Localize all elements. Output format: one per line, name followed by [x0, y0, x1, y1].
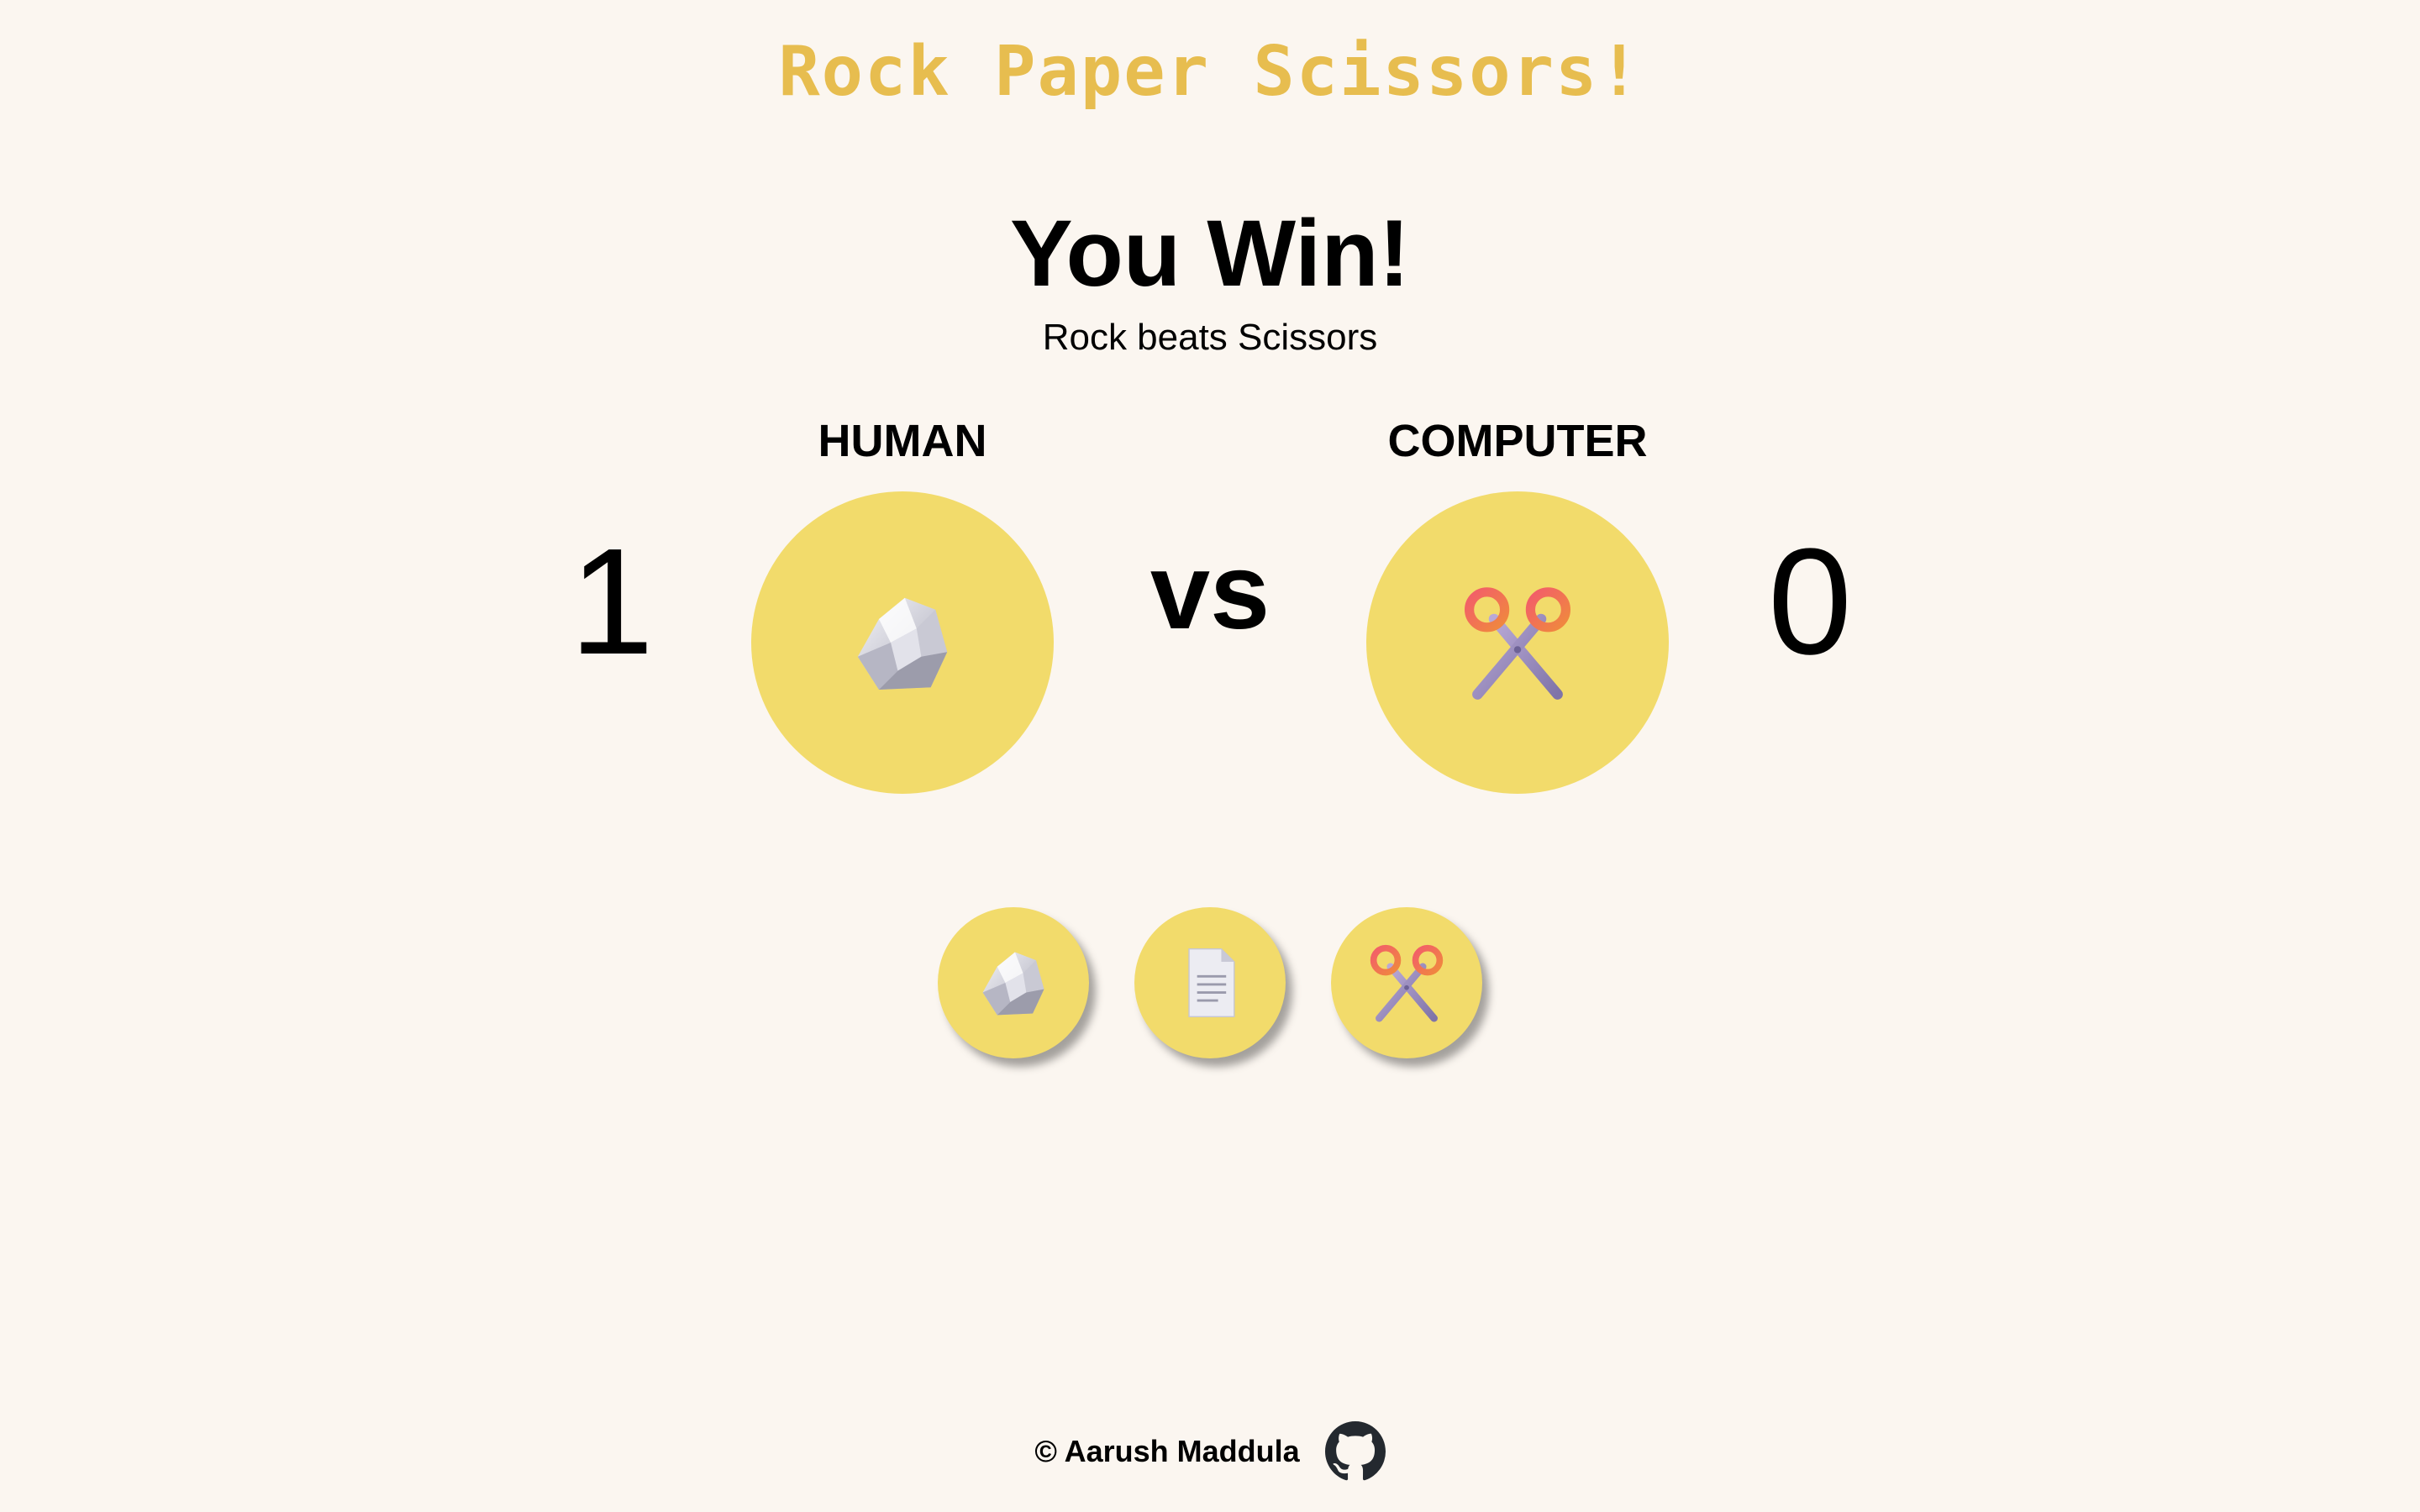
human-choice-display — [751, 491, 1054, 794]
computer-choice-display — [1366, 491, 1669, 794]
result-headline: You Win! — [1010, 201, 1410, 306]
footer: © Aarush Maddula — [0, 1421, 2420, 1482]
computer-label: COMPUTER — [1387, 416, 1648, 466]
game-page: Rock Paper Scissors! You Win! Rock beats… — [0, 0, 2420, 1512]
human-label: HUMAN — [818, 416, 987, 466]
github-icon[interactable] — [1324, 1421, 1386, 1482]
human-score: 1 — [569, 517, 655, 686]
rock-button[interactable] — [938, 907, 1089, 1058]
scissors-button[interactable] — [1331, 907, 1482, 1058]
rock-icon — [857, 597, 948, 690]
paper-button[interactable] — [1134, 907, 1286, 1058]
vs-label: vs — [1150, 532, 1270, 652]
computer-score: 0 — [1767, 517, 1853, 686]
page-title: Rock Paper Scissors! — [778, 32, 1642, 112]
scissors-icon — [1370, 944, 1444, 1022]
scissors-icon — [1465, 587, 1570, 700]
result-detail: Rock beats Scissors — [1042, 317, 1378, 358]
rock-icon — [982, 952, 1044, 1016]
paper-icon — [1188, 948, 1235, 1018]
footer-credit: © Aarush Maddula — [1034, 1434, 1300, 1468]
